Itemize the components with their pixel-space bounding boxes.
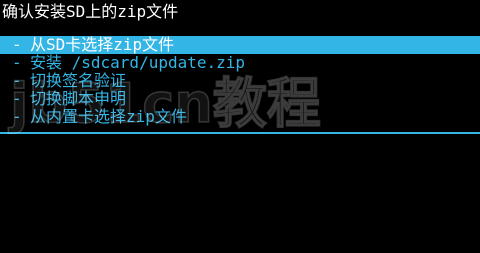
menu-item-label: 从内置卡选择zip文件 bbox=[30, 107, 187, 126]
menu-item-label: 切换脚本申明 bbox=[30, 89, 127, 108]
menu-bullet: - bbox=[12, 35, 22, 54]
menu-bullet: - bbox=[12, 89, 22, 108]
menu-item-label: 安装 /sdcard/update.zip bbox=[30, 53, 246, 72]
recovery-menu: - 从SD卡选择zip文件 - 安装 /sdcard/update.zip - 切换签… bbox=[0, 36, 480, 126]
menu-bullet: - bbox=[12, 53, 22, 72]
menu-item-label: 切换签名验证 bbox=[30, 71, 127, 90]
menu-item-label: 从SD卡选择zip文件 bbox=[30, 35, 175, 54]
menu-item-install-update-zip[interactable]: - 安装 /sdcard/update.zip bbox=[0, 54, 480, 72]
menu-item-choose-zip-internal[interactable]: - 从内置卡选择zip文件 bbox=[0, 108, 480, 126]
menu-divider bbox=[0, 132, 480, 134]
recovery-title: 确认安装SD上的zip文件 bbox=[2, 2, 179, 21]
menu-bullet: - bbox=[12, 71, 22, 90]
menu-item-choose-zip-sdcard[interactable]: - 从SD卡选择zip文件 bbox=[0, 36, 480, 54]
menu-item-toggle-signature-verification[interactable]: - 切换签名验证 bbox=[0, 72, 480, 90]
menu-bullet: - bbox=[12, 107, 22, 126]
menu-item-toggle-script-assert[interactable]: - 切换脚本申明 bbox=[0, 90, 480, 108]
